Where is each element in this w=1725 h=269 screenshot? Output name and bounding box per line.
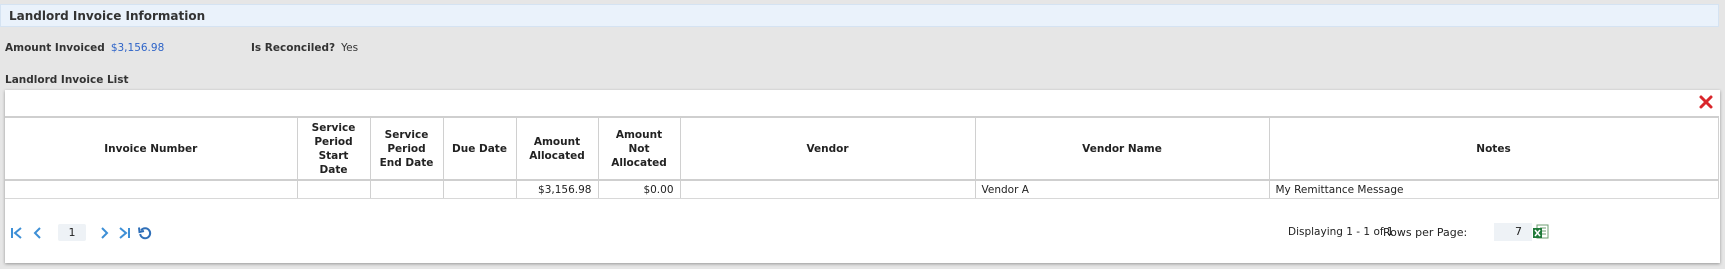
rows-per-page-label: Rows per Page: <box>1383 226 1468 239</box>
column-header-due-date[interactable]: Due Date <box>443 117 517 181</box>
cell-invoice-number <box>5 180 298 199</box>
invoice-grid: Invoice Number Service Period Start Date… <box>5 90 1720 263</box>
excel-export-icon[interactable] <box>1532 223 1550 241</box>
invoice-list-title: Landlord Invoice List <box>5 74 129 86</box>
rows-per-page-input[interactable]: 7 <box>1494 223 1532 241</box>
cell-service-end <box>370 180 444 199</box>
column-header-amount-not-allocated[interactable]: Amount Not Allocated <box>598 117 681 181</box>
column-header-amount-allocated[interactable]: Amount Allocated <box>516 117 599 181</box>
cell-notes: My Remittance Message <box>1269 180 1719 199</box>
cell-vendor-name: Vendor A <box>975 180 1270 199</box>
column-header-invoice-number[interactable]: Invoice Number <box>5 117 298 181</box>
next-page-icon[interactable] <box>96 225 112 241</box>
is-reconciled-label: Is Reconciled? <box>251 42 336 54</box>
column-header-service-start[interactable]: Service Period Start Date <box>297 117 371 181</box>
is-reconciled-value: Yes <box>341 42 359 54</box>
amount-invoiced-field: Amount Invoiced $3,156.98 <box>5 41 164 55</box>
section-title: Landlord Invoice Information <box>9 8 206 23</box>
table-row[interactable]: $3,156.98 $0.00 Vendor A My Remittance M… <box>5 180 1719 199</box>
column-header-vendor[interactable]: Vendor <box>680 117 976 181</box>
prev-page-icon[interactable] <box>30 225 46 241</box>
column-header-notes[interactable]: Notes <box>1269 117 1719 181</box>
grid-toolbar <box>5 90 1720 116</box>
table-header-row: Invoice Number Service Period Start Date… <box>5 117 1719 181</box>
last-page-icon[interactable] <box>116 225 132 241</box>
amount-invoiced-label: Amount Invoiced <box>5 42 105 54</box>
is-reconciled-field: Is Reconciled? Yes <box>251 41 358 55</box>
column-header-vendor-name[interactable]: Vendor Name <box>975 117 1270 181</box>
pager-display-text: Displaying 1 - 1 of 1 <box>1288 226 1394 238</box>
current-page-input[interactable]: 1 <box>58 224 86 241</box>
cell-vendor <box>680 180 976 199</box>
cell-amount-allocated: $3,156.98 <box>516 180 599 199</box>
close-icon[interactable] <box>1698 94 1714 110</box>
invoice-table: Invoice Number Service Period Start Date… <box>5 116 1719 199</box>
first-page-icon[interactable] <box>9 225 25 241</box>
cell-amount-not-allocated: $0.00 <box>598 180 681 199</box>
refresh-icon[interactable] <box>137 225 153 241</box>
amount-invoiced-value: $3,156.98 <box>110 42 165 54</box>
cell-service-start <box>297 180 371 199</box>
column-header-service-end[interactable]: Service Period End Date <box>370 117 444 181</box>
pager: 1 Displaying 1 - 1 of 1 Rows per Page: 7 <box>5 218 1720 248</box>
cell-due-date <box>443 180 517 199</box>
section-header: Landlord Invoice Information <box>0 4 1719 27</box>
